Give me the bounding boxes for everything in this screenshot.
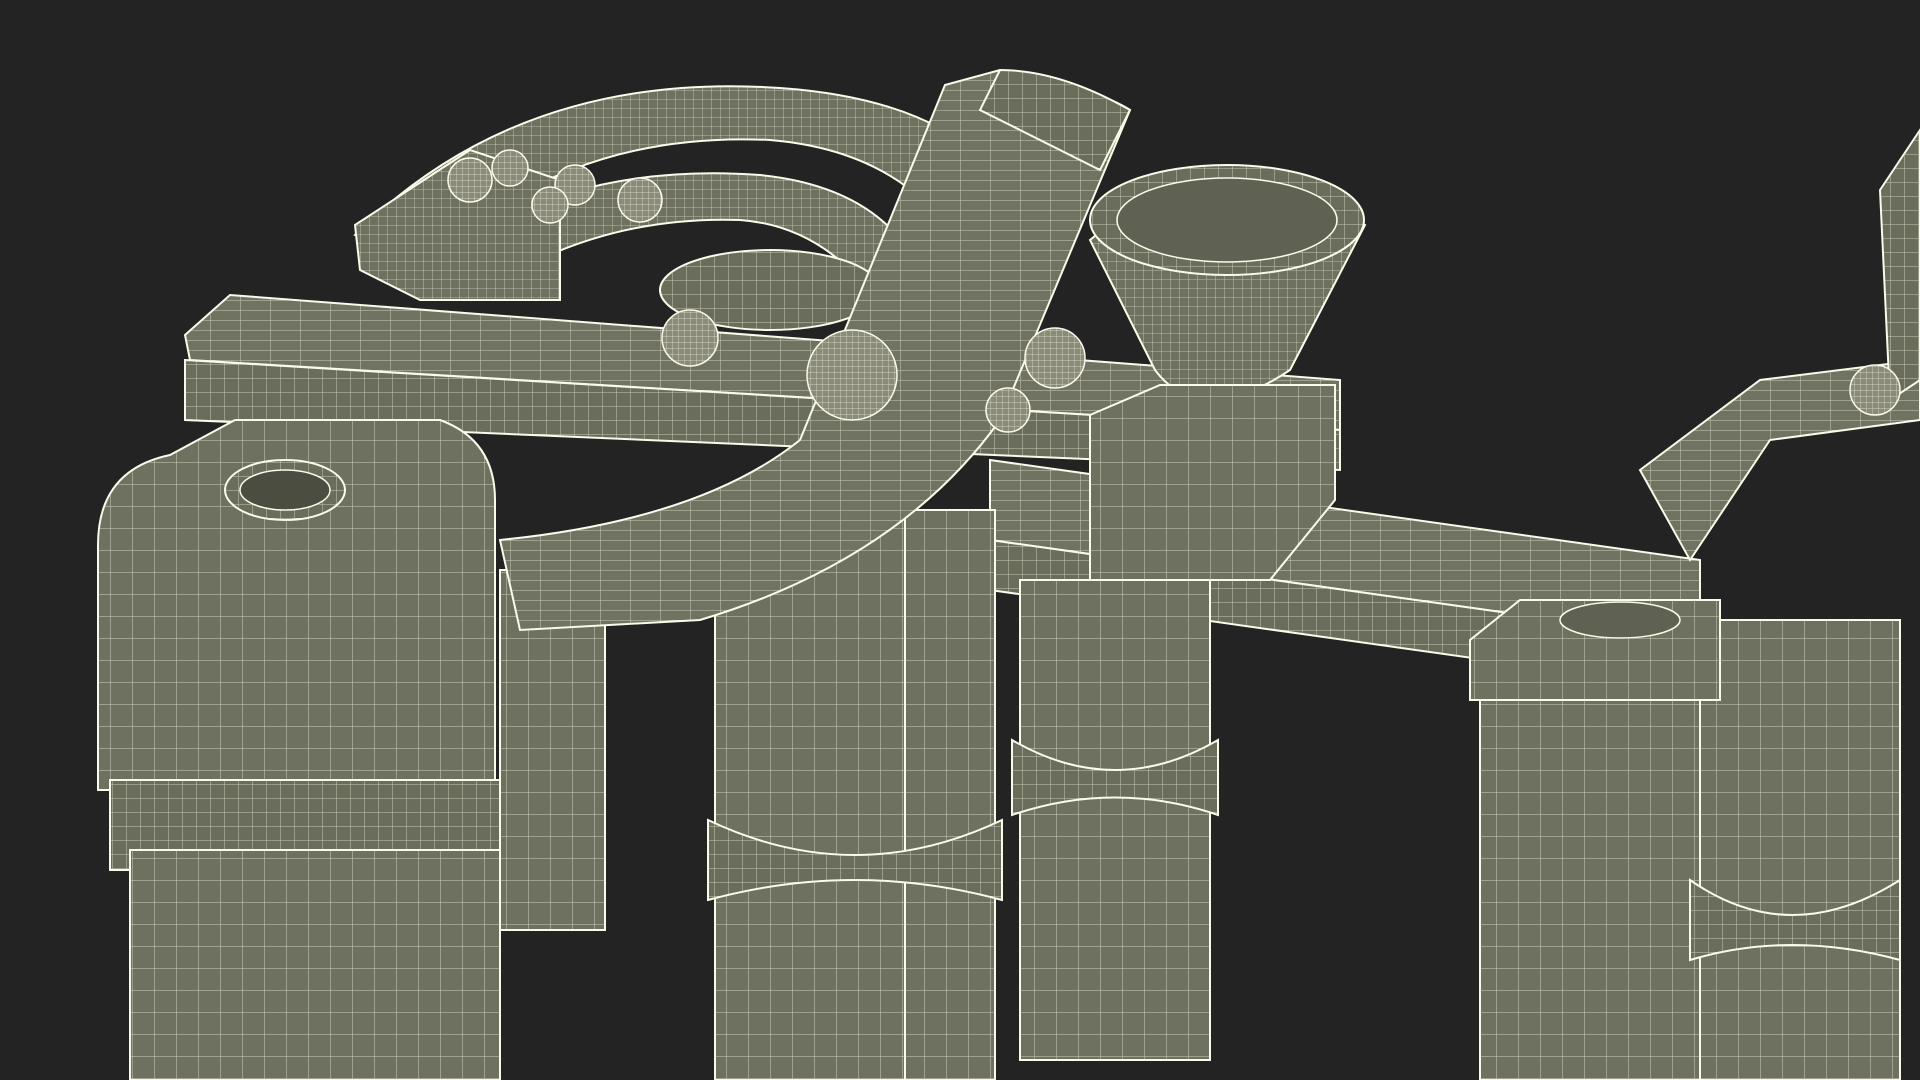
- left-pillar: [97, 419, 501, 1080]
- right-holder: [1469, 599, 1721, 701]
- right-frame: [1638, 128, 1920, 562]
- wireframe-scene: [97, 68, 1920, 1080]
- mid-pillar: [1011, 579, 1219, 1061]
- render-viewport: [0, 0, 1920, 1080]
